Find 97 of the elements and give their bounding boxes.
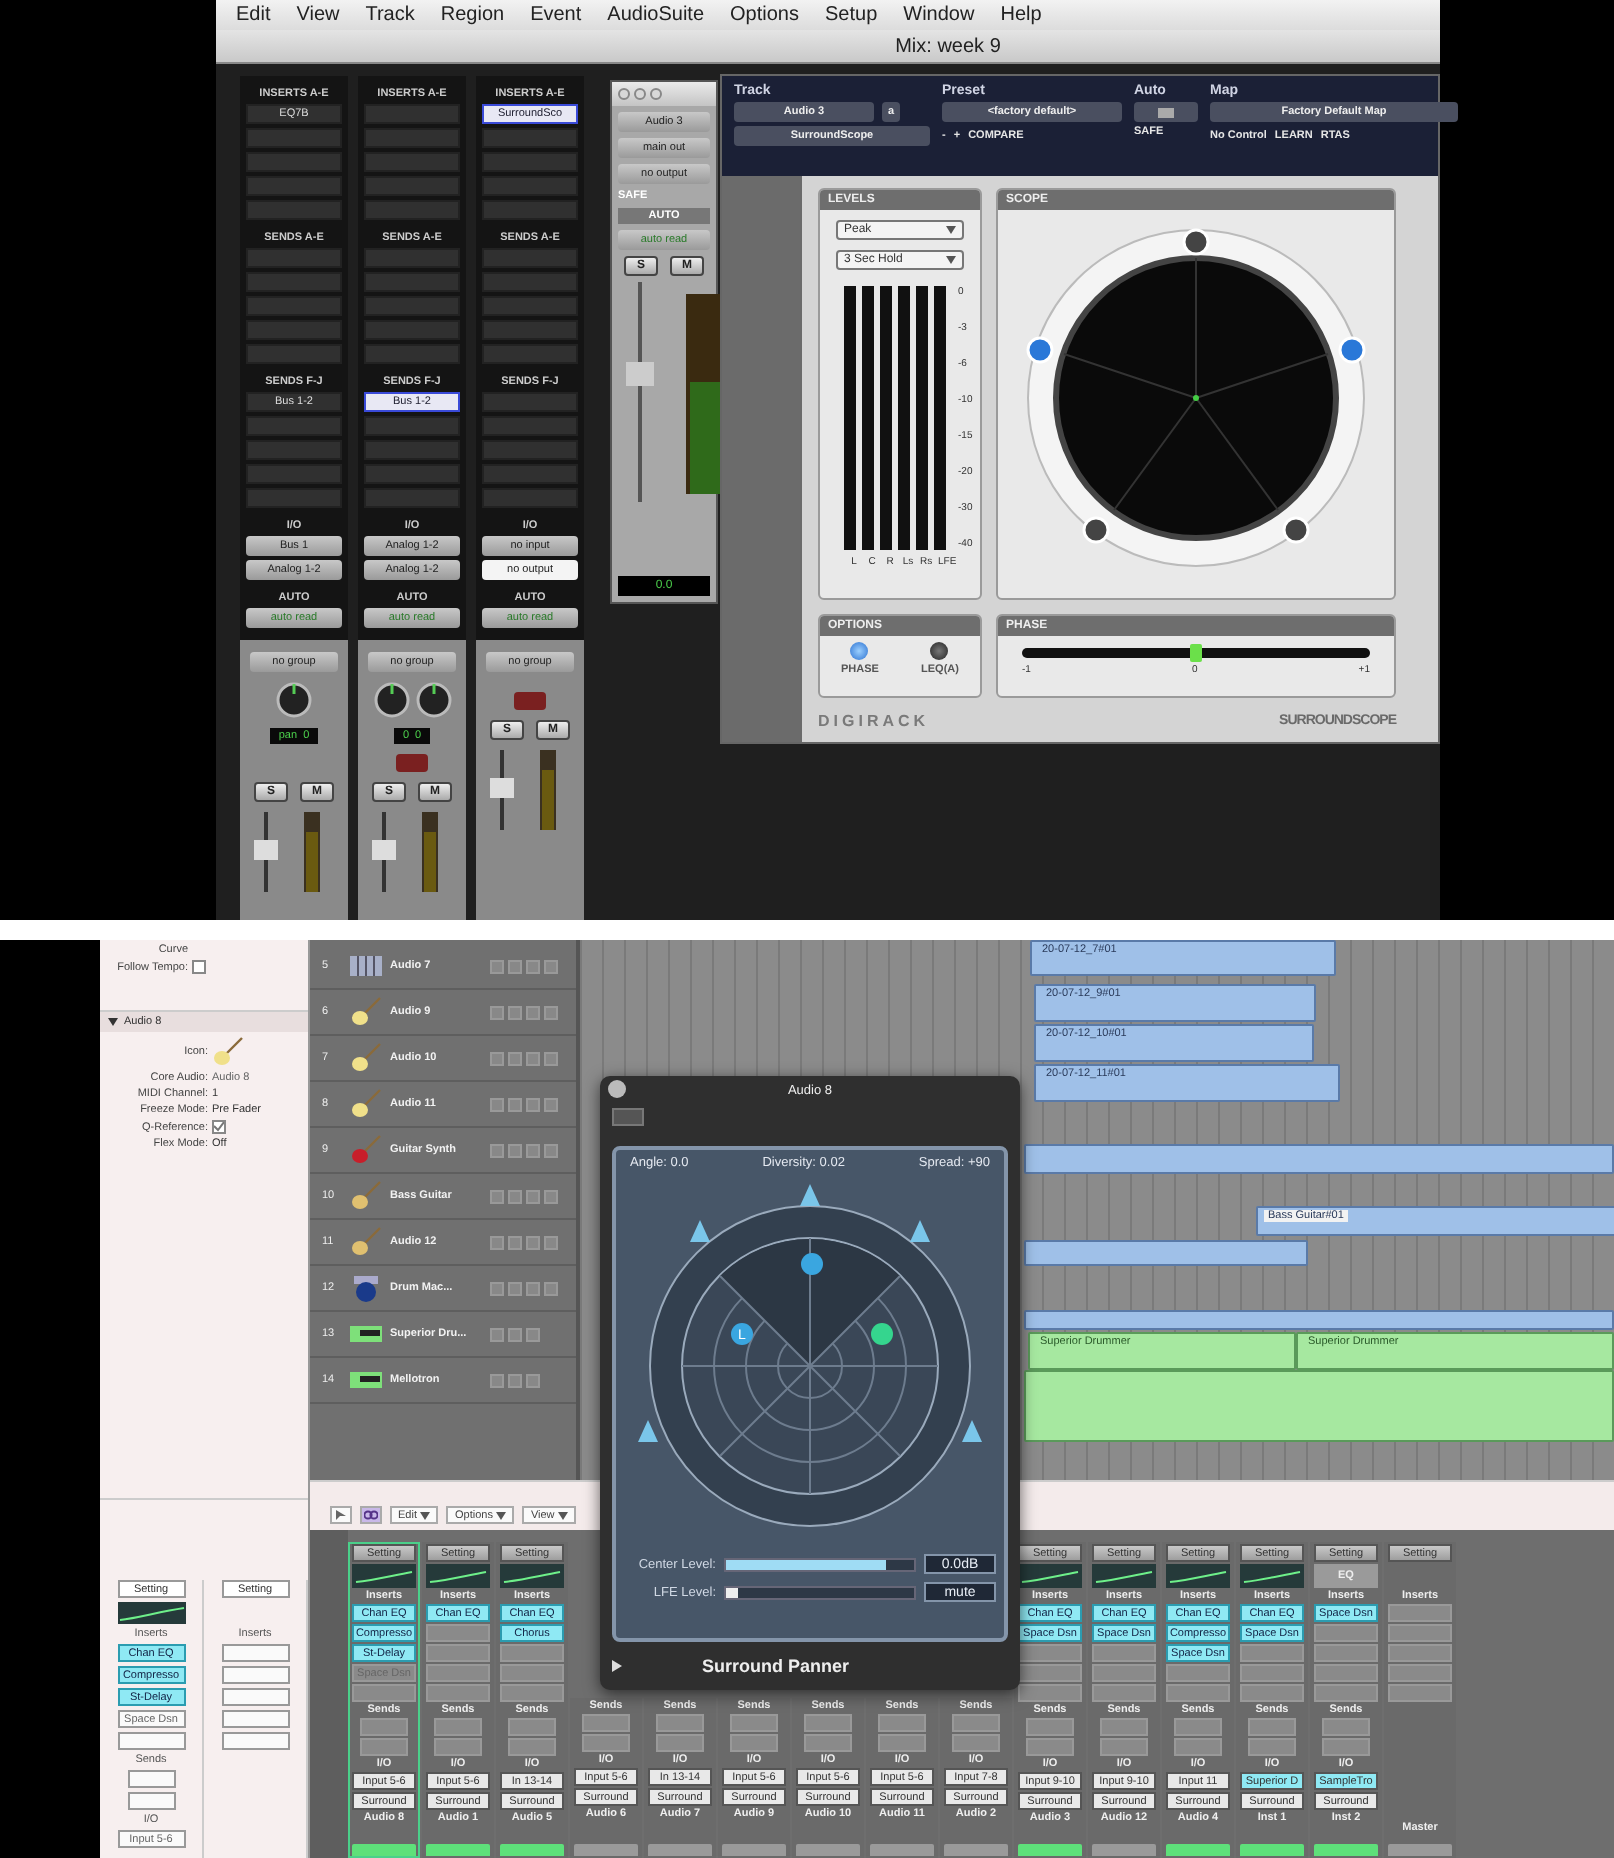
- tool-button[interactable]: [330, 1506, 352, 1524]
- lfe-level-slider[interactable]: [724, 1585, 916, 1599]
- eq-curve-icon[interactable]: [500, 1564, 564, 1588]
- close-button[interactable]: [608, 1080, 626, 1098]
- menu-item[interactable]: View: [296, 4, 340, 26]
- guitar-icon: [350, 1088, 382, 1120]
- send-slot[interactable]: [508, 1738, 556, 1756]
- menu-item[interactable]: AudioSuite: [607, 4, 705, 26]
- guitar-icon: [350, 1134, 382, 1166]
- send-slot[interactable]: [656, 1734, 704, 1752]
- disclosure-triangle-icon[interactable]: [612, 1660, 622, 1672]
- eq-curve-icon[interactable]: [117, 1602, 185, 1624]
- send-slot[interactable]: [1100, 1718, 1148, 1736]
- empty-slot[interactable]: [221, 1688, 289, 1706]
- guitar-icon: [350, 1226, 382, 1258]
- send-slot[interactable]: [656, 1714, 704, 1732]
- automation-icon: [1158, 107, 1174, 117]
- source-handle[interactable]: [870, 1322, 894, 1346]
- pan-knob[interactable]: [415, 682, 451, 718]
- caret-icon: [558, 1511, 569, 1519]
- send-slot[interactable]: [1322, 1738, 1370, 1756]
- menu-item[interactable]: Track: [365, 4, 415, 26]
- pan-knob[interactable]: [276, 682, 312, 718]
- window-title: Mix: week 9: [895, 35, 1001, 57]
- caret-icon: [946, 256, 956, 264]
- empty-slot[interactable]: [117, 1732, 185, 1750]
- send-slot[interactable]: [508, 1718, 556, 1736]
- send-slot[interactable]: [582, 1734, 630, 1752]
- menu-item[interactable]: Region: [440, 4, 505, 26]
- center-level-slider[interactable]: [724, 1557, 916, 1571]
- empty-slot[interactable]: [221, 1710, 289, 1728]
- caret-icon: [496, 1511, 507, 1519]
- send-slot[interactable]: [1026, 1738, 1074, 1756]
- midi-region[interactable]: [1024, 1370, 1614, 1442]
- empty-slot[interactable]: [1018, 1644, 1082, 1662]
- send-slot[interactable]: [1322, 1718, 1370, 1736]
- send-slot[interactable]: [127, 1770, 175, 1788]
- send-slot[interactable]: [952, 1734, 1000, 1752]
- checkbox[interactable]: [212, 1120, 226, 1134]
- send-slot[interactable]: [360, 1738, 408, 1756]
- audio-region[interactable]: [1024, 1144, 1614, 1174]
- send-slot[interactable]: [878, 1714, 926, 1732]
- send-slot[interactable]: [1248, 1738, 1296, 1756]
- eq-curve-icon[interactable]: [1240, 1564, 1304, 1588]
- send-slot[interactable]: [878, 1734, 926, 1752]
- send-slot[interactable]: [804, 1734, 852, 1752]
- brand-label: DIGIRACK: [818, 712, 930, 730]
- checkbox[interactable]: [192, 960, 206, 974]
- record-button[interactable]: [514, 692, 546, 710]
- empty-slot[interactable]: [1018, 1664, 1082, 1682]
- eq-curve-icon[interactable]: [1018, 1564, 1082, 1588]
- empty-slot[interactable]: [221, 1732, 289, 1750]
- keyboard-icon: [350, 950, 382, 982]
- empty-slot[interactable]: [221, 1644, 289, 1662]
- drum-icon: [350, 1272, 382, 1304]
- menu-item[interactable]: Options: [730, 4, 799, 26]
- send-slot[interactable]: [434, 1718, 482, 1736]
- source-handle[interactable]: [800, 1252, 824, 1276]
- eq-curve-icon[interactable]: [426, 1564, 490, 1588]
- guitar-icon: [350, 1042, 382, 1074]
- disclosure-triangle-icon[interactable]: [108, 1018, 118, 1026]
- send-slot[interactable]: [1248, 1718, 1296, 1736]
- guitar-icon: [212, 1036, 244, 1068]
- send-slot[interactable]: [1026, 1718, 1074, 1736]
- menu-item[interactable]: Event: [530, 4, 582, 26]
- send-slot[interactable]: [730, 1734, 778, 1752]
- send-slot[interactable]: [804, 1714, 852, 1732]
- send-slot[interactable]: [1100, 1738, 1148, 1756]
- eq-curve-icon[interactable]: [1166, 1564, 1230, 1588]
- menu-item[interactable]: Setup: [825, 4, 878, 26]
- link-button[interactable]: [360, 1506, 382, 1524]
- record-button[interactable]: [396, 754, 428, 772]
- send-slot[interactable]: [1174, 1718, 1222, 1736]
- link-icon: [364, 1510, 378, 1520]
- eq-curve-icon[interactable]: [352, 1564, 416, 1588]
- audio-region[interactable]: [1024, 1240, 1308, 1266]
- send-slot[interactable]: [1174, 1738, 1222, 1756]
- menu-item[interactable]: Window: [903, 4, 975, 26]
- menu-item[interactable]: Edit: [236, 4, 271, 26]
- send-slot[interactable]: [952, 1714, 1000, 1732]
- pan-knob[interactable]: [373, 682, 409, 718]
- automation-button[interactable]: [1134, 102, 1198, 122]
- eq-curve-icon[interactable]: [1092, 1564, 1156, 1588]
- caret-icon: [946, 226, 956, 234]
- caret-icon: [420, 1511, 431, 1519]
- pointer-icon: [335, 1509, 347, 1521]
- send-slot[interactable]: [360, 1718, 408, 1736]
- send-slot[interactable]: [127, 1792, 175, 1810]
- menu-item[interactable]: Help: [1000, 4, 1042, 26]
- guitar-icon: [350, 996, 382, 1028]
- guitar-icon: [350, 1180, 382, 1212]
- send-slot[interactable]: [434, 1738, 482, 1756]
- send-slot[interactable]: [730, 1714, 778, 1732]
- audio-region[interactable]: [1024, 1310, 1614, 1330]
- panner-title: Surround Panner: [702, 1656, 850, 1676]
- empty-slot[interactable]: [221, 1666, 289, 1684]
- send-slot[interactable]: [582, 1714, 630, 1732]
